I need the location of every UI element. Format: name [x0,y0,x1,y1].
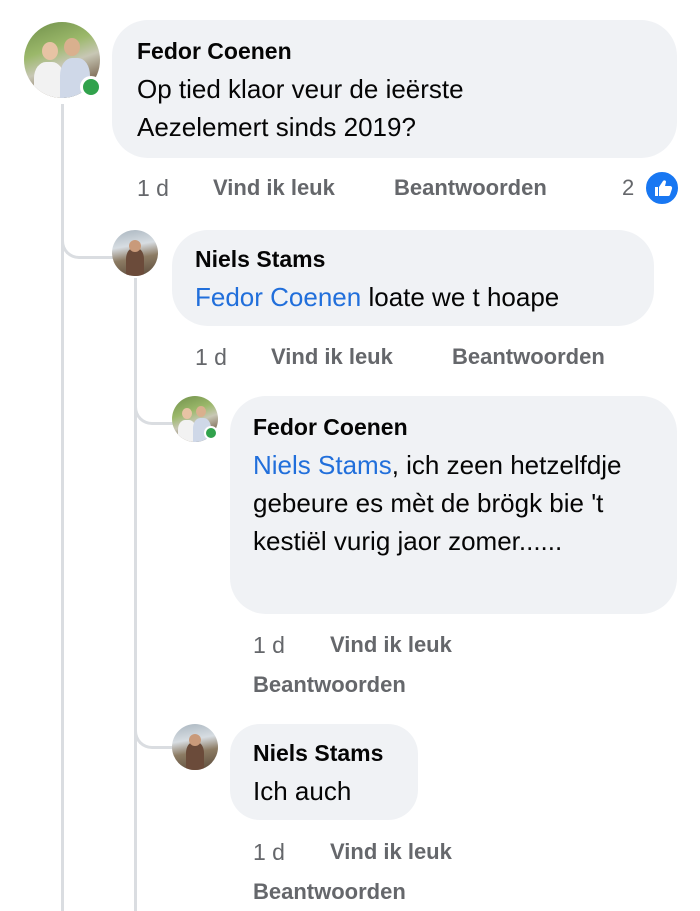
like-icon [644,170,680,206]
reply-button[interactable]: Beantwoorden [394,175,547,201]
comment-author[interactable]: Niels Stams [195,246,325,273]
comment-time[interactable]: 1 d [195,344,227,371]
mention-link[interactable]: Fedor Coenen [195,282,361,312]
comment-text: Niels Stams, ich zeen hetzelfdje gebeure… [253,446,658,560]
thread-line-nested [134,278,137,911]
comment-text: Fedor Coenen loate we t hoape [195,278,559,316]
comment-author[interactable]: Fedor Coenen [137,38,292,65]
comment-time[interactable]: 1 d [253,839,285,866]
comment-text: Op tied klaor veur de ieërste Aezelemert… [137,74,464,142]
like-button[interactable]: Vind ik leuk [271,344,393,370]
thread-connector [134,404,173,425]
comment-bubble[interactable]: Niels Stams Ich auch [230,724,418,820]
like-button[interactable]: Vind ik leuk [330,632,452,658]
online-status-dot [204,426,218,440]
comment-text: Ich auch [253,776,352,806]
comment-bubble[interactable]: Fedor Coenen Op tied klaor veur de ieërs… [112,20,677,158]
thread-line-main [61,104,64,911]
avatar[interactable] [112,230,158,276]
comment-bubble[interactable]: Fedor Coenen Niels Stams, ich zeen hetze… [230,396,677,614]
reply-button[interactable]: Beantwoorden [452,344,605,370]
comment-time[interactable]: 1 d [137,175,169,202]
mention-link[interactable]: Niels Stams [253,450,392,480]
comment-text-body: loate we t hoape [361,282,560,312]
like-button[interactable]: Vind ik leuk [213,175,335,201]
online-status-dot [80,76,102,98]
reaction-count[interactable]: 2 [622,175,634,201]
avatar[interactable] [172,724,218,770]
reply-button[interactable]: Beantwoorden [253,672,406,698]
comment-bubble[interactable]: Niels Stams Fedor Coenen loate we t hoap… [172,230,654,326]
like-button[interactable]: Vind ik leuk [330,839,452,865]
thread-connector [61,238,116,259]
comment-author[interactable]: Niels Stams [253,740,383,767]
comment-author[interactable]: Fedor Coenen [253,414,408,441]
reply-button[interactable]: Beantwoorden [253,879,406,905]
comment-time[interactable]: 1 d [253,632,285,659]
thread-connector [134,728,173,749]
